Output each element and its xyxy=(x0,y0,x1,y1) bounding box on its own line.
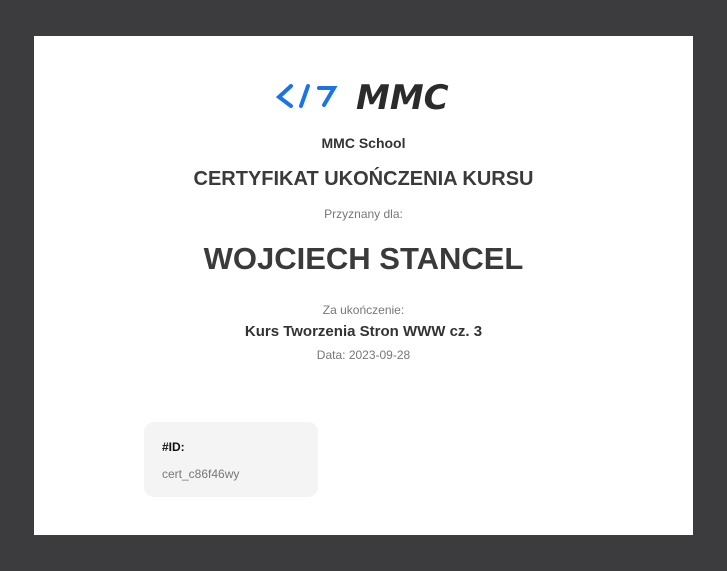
school-name: MMC School xyxy=(321,135,406,151)
awarded-label: Przyznany dla: xyxy=(324,207,403,221)
brand-text: MMC xyxy=(356,78,449,116)
id-value: cert_c86f46wy xyxy=(162,467,240,481)
id-box: #ID: cert_c86f46wy xyxy=(144,422,318,497)
course-name: Kurs Tworzenia Stron WWW cz. 3 xyxy=(244,323,483,340)
mmc-logo: MMC xyxy=(275,78,449,116)
certificate: MMC MMC School CERTYFIKAT UKOŃCZENIA KUR… xyxy=(34,36,693,535)
completion-label: Za ukończenie: xyxy=(322,303,405,317)
recipient-name: WOJCIECH STANCEL xyxy=(203,241,524,276)
date: Data: 2023-09-28 xyxy=(316,348,411,362)
id-label: #ID: xyxy=(162,440,185,454)
code-icon xyxy=(275,84,338,108)
certificate-title: CERTYFIKAT UKOŃCZENIA KURSU xyxy=(193,168,534,190)
